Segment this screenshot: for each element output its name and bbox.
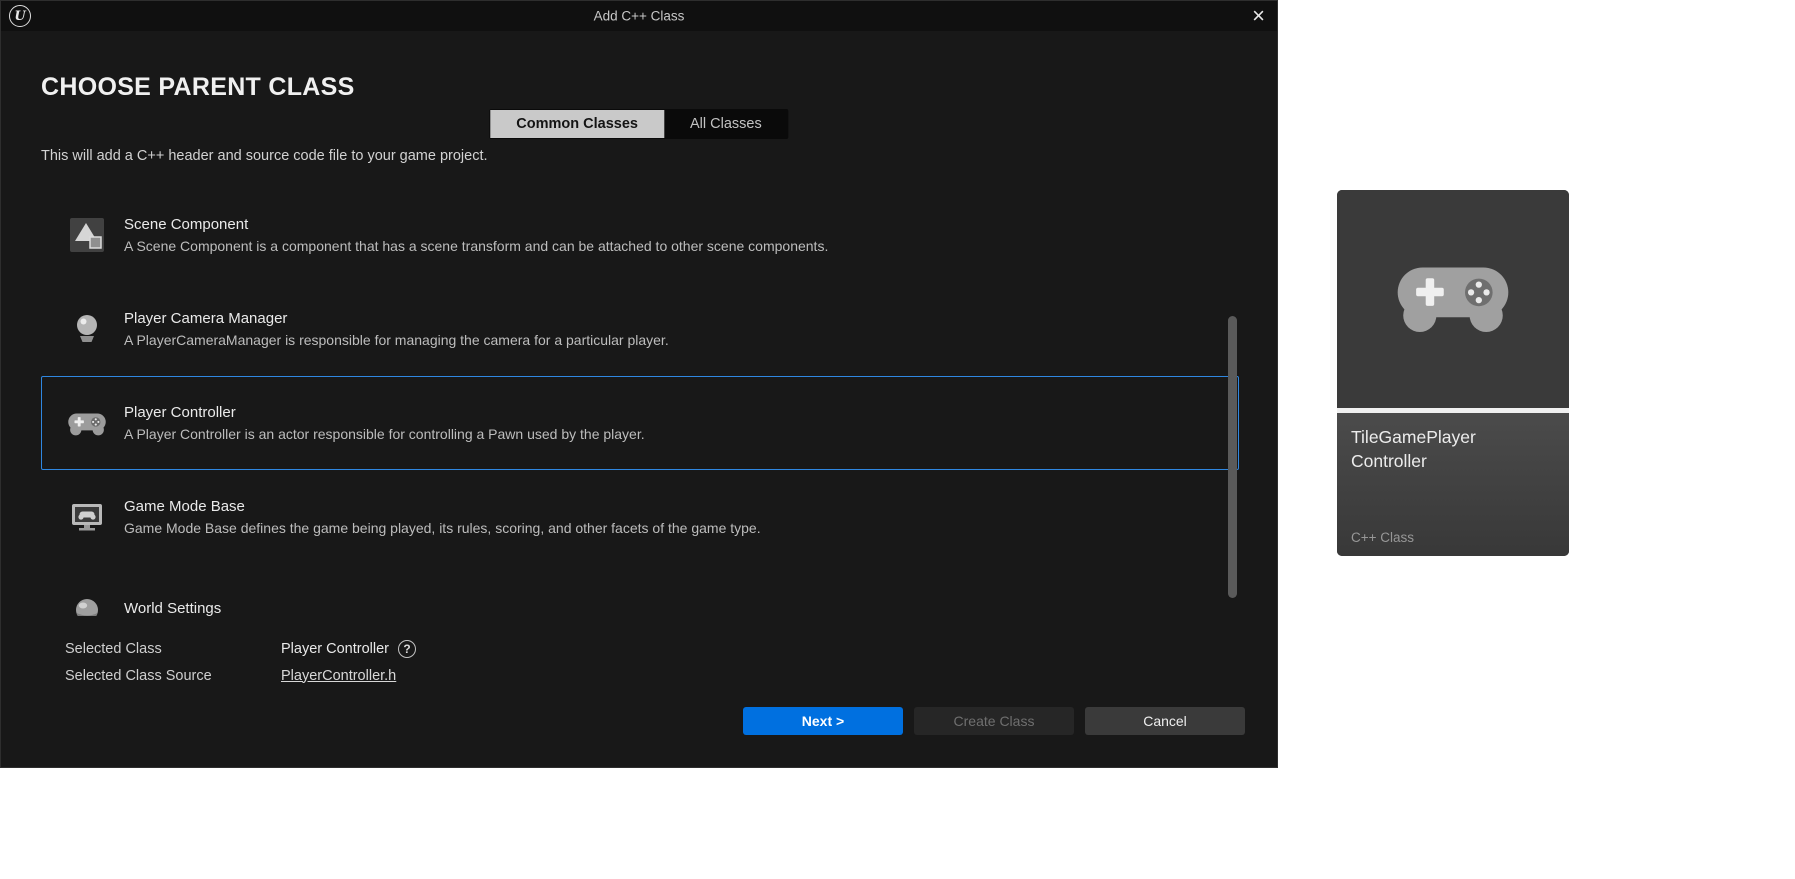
class-description: A Scene Component is a component that ha… [124, 238, 829, 254]
class-item-world-settings[interactable]: World Settings [41, 564, 1239, 616]
class-item-texts: Player Controller A Player Controller is… [124, 404, 645, 442]
selection-summary: Selected Class Player Controller ? Selec… [65, 635, 416, 689]
selected-class-source-link[interactable]: PlayerController.h [281, 668, 396, 684]
class-item-texts: World Settings [124, 600, 221, 616]
asset-card-icon-area [1337, 190, 1569, 408]
asset-name-line: Controller [1351, 450, 1427, 471]
class-item-player-controller[interactable]: Player Controller A Player Controller is… [41, 376, 1239, 470]
scene-component-icon [64, 217, 110, 253]
class-item-scene-component[interactable]: Scene Component A Scene Component is a c… [41, 188, 1239, 282]
class-item-texts: Player Camera Manager A PlayerCameraMana… [124, 310, 669, 348]
page-title: CHOOSE PARENT CLASS [41, 73, 355, 101]
dialog-title: Add C++ Class [593, 8, 685, 24]
scrollbar[interactable] [1227, 188, 1237, 616]
asset-card[interactable]: TileGamePlayer Controller C++ Class [1337, 190, 1569, 556]
class-item-player-camera-manager[interactable]: Player Camera Manager A PlayerCameraMana… [41, 282, 1239, 376]
tab-all-classes[interactable]: All Classes [664, 110, 788, 138]
class-name: Game Mode Base [124, 498, 245, 515]
screen: { "window": { "title": "Add C++ Class", … [0, 0, 1795, 879]
unreal-logo-icon: U [9, 5, 31, 27]
unreal-logo-letter: U [14, 8, 26, 24]
asset-card-text: TileGamePlayer Controller C++ Class [1337, 413, 1569, 556]
add-cpp-class-dialog: U Add C++ Class × CHOOSE PARENT CLASS Co… [0, 0, 1278, 768]
world-settings-icon [64, 593, 110, 616]
class-name: Player Controller [124, 404, 236, 421]
selected-class-value: Player Controller [281, 640, 389, 657]
class-name: Player Camera Manager [124, 310, 288, 327]
close-icon[interactable]: × [1252, 1, 1265, 31]
dialog-buttons: Next > Create Class Cancel [743, 707, 1245, 735]
cancel-button[interactable]: Cancel [1085, 707, 1245, 735]
selected-class-value-wrap: Player Controller ? [281, 639, 416, 658]
game-mode-icon [64, 499, 110, 535]
next-button[interactable]: Next > [743, 707, 903, 735]
tab-common-classes[interactable]: Common Classes [490, 110, 664, 138]
class-description: Game Mode Base defines the game being pl… [124, 520, 761, 536]
dialog-description: This will add a C++ header and source co… [41, 148, 488, 164]
class-item-game-mode-base[interactable]: Game Mode Base Game Mode Base defines th… [41, 470, 1239, 564]
selected-class-source-row: Selected Class Source PlayerController.h [65, 662, 416, 689]
class-name: Scene Component [124, 216, 249, 233]
title-bar: U Add C++ Class × [1, 1, 1277, 31]
selected-class-source-label: Selected Class Source [65, 667, 212, 684]
class-tabs: Common Classes All Classes [489, 109, 789, 139]
asset-type-label: C++ Class [1351, 530, 1415, 545]
asset-name-line: TileGamePlayer [1351, 427, 1476, 447]
class-name: World Settings [124, 600, 222, 616]
create-class-button[interactable]: Create Class [914, 707, 1074, 735]
gamepad-icon [1394, 258, 1512, 341]
camera-manager-icon [64, 311, 110, 347]
asset-name: TileGamePlayer Controller [1351, 426, 1555, 473]
class-description: A Player Controller is an actor responsi… [124, 426, 645, 442]
help-icon[interactable]: ? [398, 639, 416, 658]
gamepad-icon [64, 410, 110, 437]
class-description: A PlayerCameraManager is responsible for… [124, 332, 669, 348]
scrollbar-thumb[interactable] [1228, 316, 1237, 598]
class-item-texts: Game Mode Base Game Mode Base defines th… [124, 498, 761, 536]
selected-class-label: Selected Class [65, 640, 162, 657]
parent-class-list[interactable]: Scene Component A Scene Component is a c… [41, 188, 1239, 616]
selected-class-row: Selected Class Player Controller ? [65, 635, 416, 662]
class-item-texts: Scene Component A Scene Component is a c… [124, 216, 828, 254]
